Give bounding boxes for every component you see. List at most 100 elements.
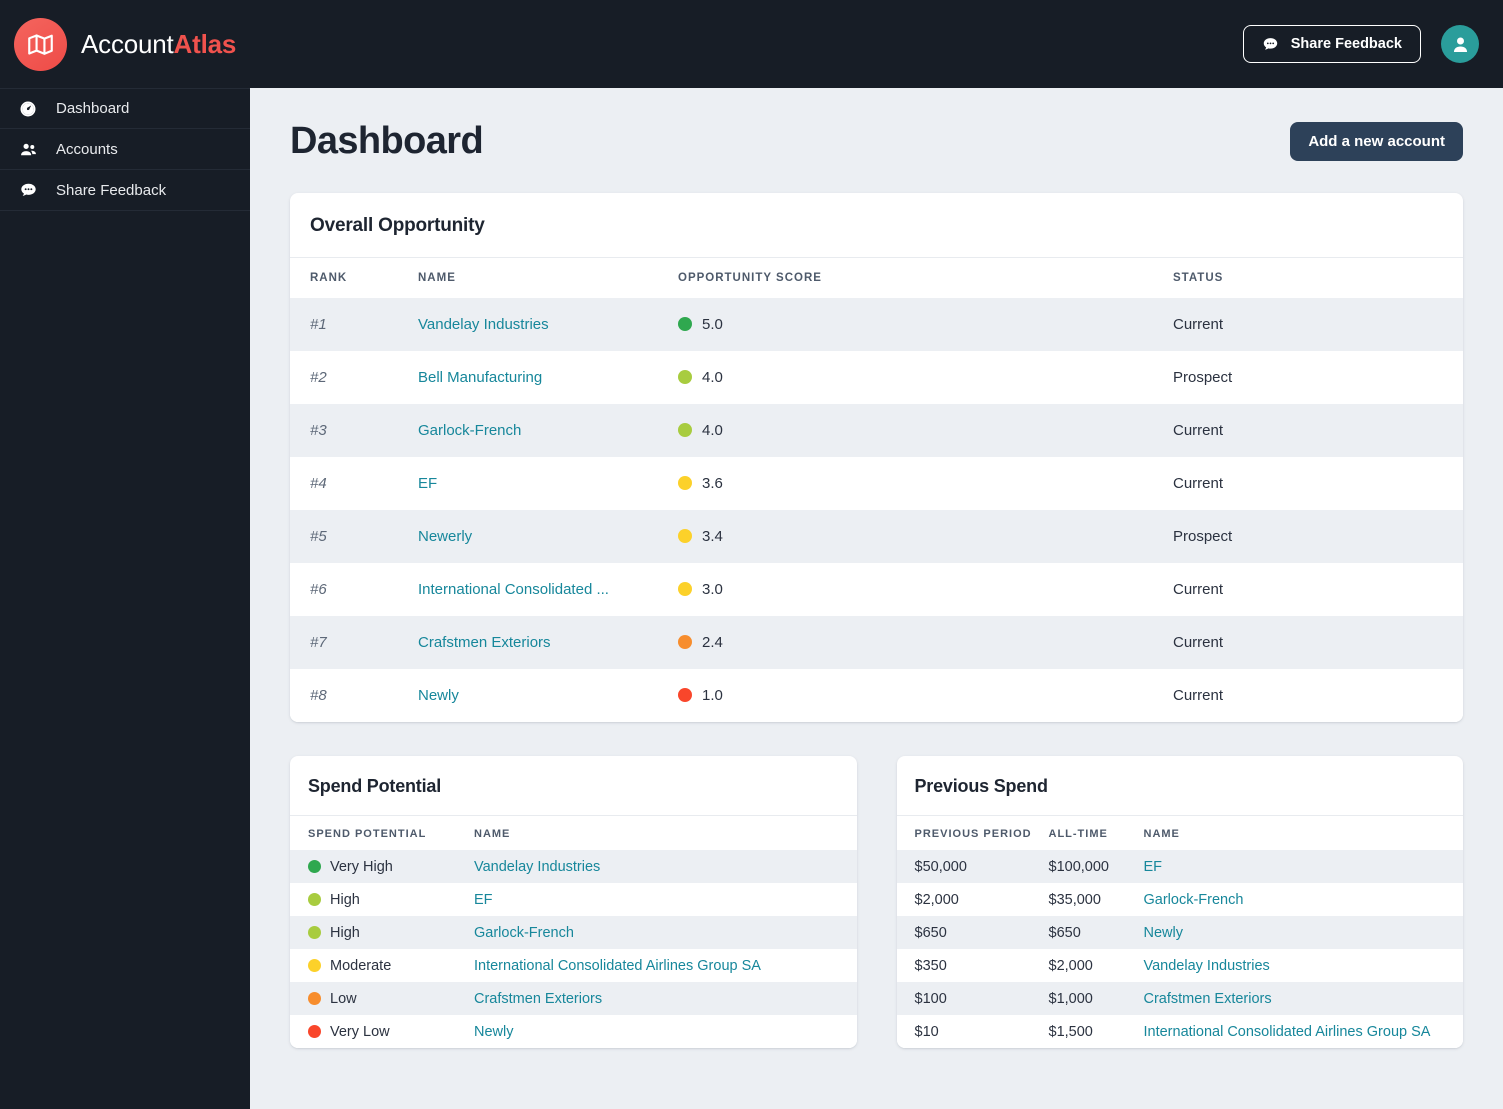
account-link[interactable]: International Consolidated ... bbox=[418, 581, 609, 598]
cell-name: Crafstmen Exteriors bbox=[474, 982, 857, 1015]
overall-opportunity-body: #1 Vandelay Industries 5.0 Current #2 Bell Ma… bbox=[290, 298, 1463, 722]
bottom-cards-row: Spend Potential SPEND POTENTIAL NAME Ver… bbox=[290, 756, 1463, 1048]
cell-name: EF bbox=[1144, 850, 1464, 883]
brand-name: AccountAtlas bbox=[81, 29, 236, 60]
card-title: Overall Opportunity bbox=[290, 193, 1463, 258]
cell-all-time: $650 bbox=[1048, 924, 1081, 941]
cell-name: Newerly bbox=[418, 510, 678, 563]
account-link[interactable]: Garlock-French bbox=[1144, 892, 1244, 908]
cell-status: Prospect bbox=[1173, 369, 1233, 386]
previous-spend-table: PREVIOUS PERIOD ALL-TIME NAME $50,000 $10… bbox=[896, 816, 1464, 1048]
cell-name: EF bbox=[418, 457, 678, 510]
cell-rank: #6 bbox=[310, 581, 327, 598]
cell-name: International Consolidated Airlines Grou… bbox=[1144, 1015, 1464, 1048]
table-row[interactable]: #8 Newly 1.0 Current bbox=[290, 669, 1463, 722]
cell-all-time: $2,000 bbox=[1048, 957, 1093, 974]
account-link[interactable]: International Consolidated Airlines Grou… bbox=[1144, 1024, 1431, 1040]
account-link[interactable]: EF bbox=[474, 892, 493, 908]
table-row[interactable]: $50,000 $100,000 EF bbox=[896, 850, 1464, 883]
cell-opportunity-score: 4.0 bbox=[678, 404, 1173, 457]
table-row[interactable]: High Garlock-French bbox=[290, 916, 857, 949]
score-dot bbox=[678, 688, 692, 702]
cell-rank: #1 bbox=[310, 316, 327, 333]
account-link[interactable]: Bell Manufacturing bbox=[418, 369, 542, 386]
cell-all-time: $1,000 bbox=[1048, 990, 1093, 1007]
table-header-row: SPEND POTENTIAL NAME bbox=[290, 816, 857, 850]
table-row[interactable]: Very High Vandelay Industries bbox=[290, 850, 857, 883]
cell-status: Current bbox=[1173, 634, 1224, 651]
score-dot bbox=[678, 423, 692, 437]
people-icon bbox=[18, 139, 38, 159]
cell-name: Crafstmen Exteriors bbox=[418, 616, 678, 669]
table-row[interactable]: #2 Bell Manufacturing 4.0 Prospect bbox=[290, 351, 1463, 404]
account-link[interactable]: Newly bbox=[418, 687, 459, 704]
table-row[interactable]: $10 $1,500 International Consolidated Airl… bbox=[896, 1015, 1464, 1048]
sidebar-item-accounts[interactable]: Accounts bbox=[0, 129, 250, 170]
share-feedback-button[interactable]: Share Feedback bbox=[1242, 25, 1421, 63]
account-link[interactable]: Newly bbox=[474, 1024, 513, 1040]
cell-name: Crafstmen Exteriors bbox=[1144, 982, 1464, 1015]
table-row[interactable]: #5 Newerly 3.4 Prospect bbox=[290, 510, 1463, 563]
account-link[interactable]: Newerly bbox=[418, 528, 472, 545]
table-row[interactable]: #1 Vandelay Industries 5.0 Current bbox=[290, 298, 1463, 351]
account-link[interactable]: International Consolidated Airlines Grou… bbox=[474, 958, 761, 974]
score-dot bbox=[308, 859, 321, 873]
table-row[interactable]: #6 International Consolidated ... 3.0 Curre… bbox=[290, 563, 1463, 616]
spend-potential-body: Very High Vandelay Industries High EF High Ga… bbox=[290, 850, 857, 1048]
overall-opportunity-table: RANK NAME OPPORTUNITY SCORE STATUS #1 Van… bbox=[290, 258, 1463, 722]
table-row[interactable]: #3 Garlock-French 4.0 Current bbox=[290, 404, 1463, 457]
brand-logo-group[interactable]: AccountAtlas bbox=[14, 17, 236, 71]
cell-rank: #4 bbox=[310, 475, 327, 492]
cell-name: Newly bbox=[474, 1015, 857, 1048]
account-link[interactable]: Crafstmen Exteriors bbox=[418, 634, 551, 651]
cell-name: EF bbox=[474, 883, 857, 916]
table-row[interactable]: Low Crafstmen Exteriors bbox=[290, 982, 857, 1015]
column-header-name: NAME bbox=[418, 258, 678, 298]
table-row[interactable]: $650 $650 Newly bbox=[896, 916, 1463, 949]
table-row[interactable]: High EF bbox=[290, 883, 857, 916]
cell-opportunity-score: 3.0 bbox=[678, 563, 1173, 616]
table-row[interactable]: Very Low Newly bbox=[290, 1015, 857, 1048]
user-avatar-icon[interactable] bbox=[1441, 25, 1479, 63]
account-link[interactable]: Crafstmen Exteriors bbox=[1144, 991, 1272, 1007]
table-row[interactable]: #7 Crafstmen Exteriors 2.4 Current bbox=[290, 616, 1463, 669]
table-row[interactable]: $100 $1,000 Crafstmen Exteriors bbox=[896, 982, 1464, 1015]
cell-name: Newly bbox=[418, 669, 678, 722]
account-link[interactable]: Newly bbox=[1144, 925, 1183, 941]
sidebar-item-dashboard[interactable]: Dashboard bbox=[0, 88, 250, 129]
account-link[interactable]: Vandelay Industries bbox=[418, 316, 549, 333]
sidebar-item-label: Accounts bbox=[56, 140, 118, 158]
table-row[interactable]: $350 $2,000 Vandelay Industries bbox=[896, 949, 1463, 982]
cell-previous-period: $2,000 bbox=[914, 891, 959, 908]
column-header-name: NAME bbox=[1143, 816, 1463, 850]
account-link[interactable]: Garlock-French bbox=[474, 925, 574, 941]
sidebar-item-share-feedback[interactable]: Share Feedback bbox=[0, 170, 250, 211]
cell-spend-potential: Moderate bbox=[290, 949, 474, 982]
table-row[interactable]: $2,000 $35,000 Garlock-French bbox=[896, 883, 1463, 916]
sidebar-item-label: Share Feedback bbox=[56, 181, 167, 199]
spend-potential-table: SPEND POTENTIAL NAME Very High Vandelay I… bbox=[290, 816, 857, 1048]
cell-rank: #7 bbox=[310, 634, 327, 651]
add-new-account-button[interactable]: Add a new account bbox=[1290, 122, 1463, 161]
account-link[interactable]: Crafstmen Exteriors bbox=[474, 991, 602, 1007]
cell-spend-potential: High bbox=[290, 883, 474, 916]
sidebar: Dashboard Accounts Share Feedback bbox=[0, 88, 250, 1109]
cell-opportunity-score: 1.0 bbox=[678, 669, 1173, 722]
sidebar-item-label: Dashboard bbox=[56, 100, 130, 117]
account-link[interactable]: EF bbox=[418, 475, 437, 492]
page-header: Dashboard Add a new account bbox=[290, 88, 1463, 193]
column-header-status: STATUS bbox=[1173, 258, 1463, 298]
cell-status: Current bbox=[1173, 687, 1224, 704]
cell-name: International Consolidated Airlines Grou… bbox=[474, 949, 857, 982]
cell-rank: #8 bbox=[310, 687, 327, 704]
account-link[interactable]: Vandelay Industries bbox=[474, 859, 600, 875]
cell-name: Garlock-French bbox=[474, 916, 857, 949]
account-link[interactable]: Garlock-French bbox=[418, 422, 521, 439]
cell-rank: #5 bbox=[310, 528, 327, 545]
account-link[interactable]: EF bbox=[1144, 859, 1163, 875]
table-row[interactable]: #4 EF 3.6 Current bbox=[290, 457, 1463, 510]
cell-name: Vandelay Industries bbox=[474, 850, 857, 883]
column-header-rank: RANK bbox=[290, 258, 418, 298]
account-link[interactable]: Vandelay Industries bbox=[1144, 958, 1270, 974]
table-row[interactable]: Moderate International Consolidated Airli… bbox=[290, 949, 857, 982]
